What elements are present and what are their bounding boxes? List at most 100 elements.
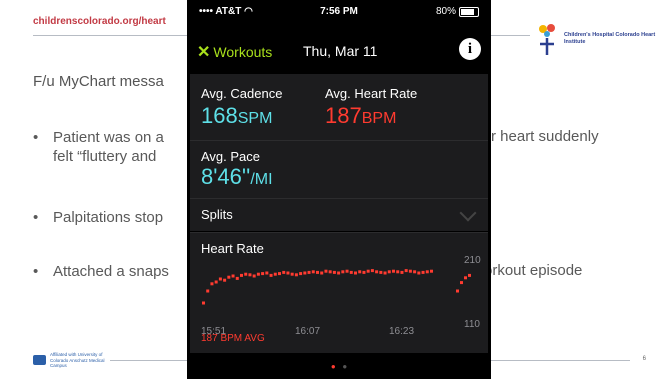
hr-point bbox=[425, 270, 429, 274]
hr-point bbox=[307, 270, 311, 274]
hr-point bbox=[299, 272, 303, 276]
hr-point bbox=[231, 274, 235, 278]
nav-title: Thu, Mar 11 bbox=[303, 43, 378, 59]
university-logo-text: Affiliated with University of Colorado A… bbox=[50, 352, 105, 368]
hr-point bbox=[430, 269, 433, 273]
hr-point bbox=[417, 271, 421, 275]
hr-point bbox=[235, 276, 239, 280]
info-icon[interactable]: i bbox=[459, 38, 481, 60]
hr-point bbox=[358, 270, 362, 274]
hr-point bbox=[324, 269, 328, 273]
hr-point bbox=[214, 280, 218, 284]
hr-point bbox=[460, 281, 463, 285]
hr-point bbox=[468, 273, 471, 277]
hr-point bbox=[379, 270, 383, 274]
hr-point bbox=[332, 270, 336, 274]
hr-point bbox=[290, 272, 294, 276]
hospital-logo: Children's Hospital Colorado Heart Insti… bbox=[534, 22, 660, 60]
hr-point bbox=[354, 271, 357, 275]
hr-point bbox=[404, 269, 408, 273]
hr-point bbox=[210, 282, 214, 286]
university-logo-icon bbox=[33, 355, 46, 365]
cadence-label: Avg. Cadence bbox=[201, 86, 283, 101]
bullet-dot: • bbox=[33, 209, 39, 226]
status-bar: •••• AT&T ◠ 7:56 PM 80% bbox=[187, 0, 491, 22]
hr-point bbox=[202, 301, 205, 305]
slide-url: childrenscolorado.org/heart bbox=[33, 16, 166, 27]
hr-point bbox=[362, 270, 366, 274]
bullet-dot: • bbox=[33, 263, 39, 280]
pace-value: 8'46''/MI bbox=[201, 165, 273, 192]
hr-point bbox=[240, 273, 243, 277]
cadence-heart-panel: Avg. Cadence 168SPM Avg. Heart Rate 187B… bbox=[190, 74, 488, 140]
hr-x-label-2: 16:07 bbox=[295, 326, 321, 337]
followup-line: F/u MyChart messa bbox=[33, 73, 164, 90]
hr-point bbox=[370, 269, 374, 273]
heart-rate-panel: Heart Rate 210 110 15:51 16:07 16:23 187… bbox=[190, 232, 488, 353]
hr-point bbox=[273, 272, 277, 276]
hospital-logo-text: Children's Hospital Colorado Heart Insti… bbox=[564, 32, 656, 45]
hr-point bbox=[366, 269, 370, 273]
hr-point bbox=[244, 272, 248, 276]
splits-label: Splits bbox=[201, 207, 233, 222]
bullet-3-right-text: orkout episode bbox=[484, 262, 583, 279]
page-number: 6 bbox=[642, 356, 646, 362]
hospital-logo-icon bbox=[539, 24, 555, 55]
avg-hr-label: Avg. Heart Rate bbox=[325, 86, 418, 101]
bullet-1-text: Patient was on a bbox=[53, 129, 164, 146]
hr-point bbox=[294, 273, 298, 277]
nav-bar: ✕ Workouts Thu, Mar 11 i bbox=[187, 38, 491, 64]
pace-unit: /MI bbox=[250, 171, 273, 188]
hr-x-label-3: 16:23 bbox=[389, 326, 415, 337]
hr-point bbox=[252, 274, 256, 278]
back-button[interactable]: ✕ Workouts bbox=[197, 42, 272, 62]
hr-point bbox=[421, 270, 425, 274]
hr-point bbox=[269, 273, 273, 277]
back-label: Workouts bbox=[213, 44, 273, 60]
hr-point bbox=[303, 271, 307, 275]
bullet-dot: • bbox=[33, 129, 39, 146]
bullet-2-text: Palpitations stop bbox=[53, 209, 164, 226]
hr-avg-label: 187 BPM AVG bbox=[201, 333, 265, 344]
hr-point bbox=[206, 289, 210, 293]
battery-fill bbox=[461, 8, 474, 15]
page-dot-inactive: ● bbox=[342, 362, 348, 371]
hr-point bbox=[383, 271, 387, 275]
hr-point bbox=[223, 278, 227, 282]
hr-point bbox=[464, 276, 467, 280]
hr-point bbox=[227, 275, 231, 279]
hr-point bbox=[337, 271, 341, 275]
bullet-1-right-text: r heart suddenly bbox=[491, 128, 599, 145]
avg-hr-number: 187 bbox=[325, 103, 362, 128]
hr-point bbox=[396, 270, 400, 274]
hr-point bbox=[400, 270, 404, 274]
hr-point bbox=[408, 269, 412, 273]
bullet-1-text-line2: felt “fluttery and bbox=[53, 148, 157, 165]
pace-panel: Avg. Pace 8'46''/MI bbox=[190, 140, 488, 199]
university-logo: Affiliated with University of Colorado A… bbox=[33, 352, 105, 370]
phone-screenshot: •••• AT&T ◠ 7:56 PM 80% ✕ Workouts Thu, … bbox=[187, 0, 491, 379]
hr-point bbox=[345, 269, 349, 273]
battery-percent: 80% bbox=[435, 6, 456, 17]
close-icon: ✕ bbox=[197, 44, 211, 61]
hr-point bbox=[256, 272, 260, 276]
avg-hr-unit: BPM bbox=[361, 110, 397, 127]
bullet-3-text: Attached a snaps bbox=[53, 263, 169, 280]
hr-point bbox=[392, 269, 395, 273]
page-indicator[interactable]: ● ● bbox=[187, 362, 491, 371]
pace-number: 8'46'' bbox=[201, 164, 251, 189]
slide: childrenscolorado.org/heart Children's H… bbox=[0, 0, 670, 379]
hr-point bbox=[320, 271, 324, 275]
hr-point bbox=[316, 270, 319, 274]
avg-hr-value: 187BPM bbox=[325, 104, 396, 131]
battery-status: 80% bbox=[436, 6, 479, 17]
cadence-unit: SPM bbox=[237, 110, 273, 127]
hr-point bbox=[286, 271, 290, 275]
hr-point bbox=[282, 270, 286, 274]
splits-row[interactable]: Splits bbox=[190, 198, 488, 231]
hr-point bbox=[349, 270, 353, 274]
cadence-value: 168SPM bbox=[201, 104, 272, 131]
hr-point bbox=[341, 270, 345, 274]
hr-point bbox=[413, 270, 417, 274]
hr-point bbox=[265, 271, 269, 275]
